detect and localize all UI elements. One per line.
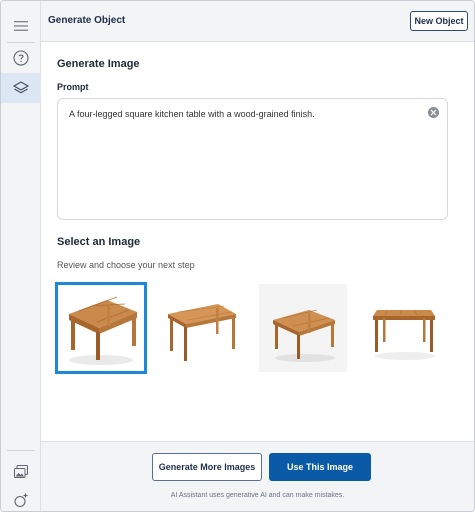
page-title: Generate Object <box>48 15 126 26</box>
image-option-1[interactable] <box>55 282 147 374</box>
prompt-label: Prompt <box>57 82 89 92</box>
app-window: Generate Object New Object Generate Imag… <box>0 0 475 512</box>
new-object-button[interactable]: New Object <box>410 11 468 31</box>
menu-icon <box>14 21 28 31</box>
image-option-3[interactable] <box>259 284 347 372</box>
ai-assistant-button[interactable] <box>1 485 41 511</box>
clear-prompt-button[interactable] <box>428 107 439 118</box>
prompt-textarea[interactable]: A four-legged square kitchen table with … <box>57 98 448 220</box>
prompt-value: A four-legged square kitchen table with … <box>69 109 315 119</box>
image-option-2[interactable] <box>158 284 246 372</box>
table-image-2 <box>168 304 236 361</box>
use-this-image-button[interactable]: Use This Image <box>269 453 371 481</box>
image-options <box>55 282 449 374</box>
table-image-4 <box>373 310 435 360</box>
image-option-4[interactable] <box>361 284 449 372</box>
image-gallery-button[interactable] <box>1 457 41 487</box>
generate-more-images-button[interactable]: Generate More Images <box>152 453 262 481</box>
help-icon <box>13 50 29 66</box>
layers-button[interactable] <box>1 73 41 103</box>
table-image-3 <box>273 309 335 362</box>
select-image-heading: Select an Image <box>57 236 141 248</box>
select-image-subtitle: Review and choose your next step <box>57 260 195 270</box>
table-image-1 <box>69 296 137 365</box>
generate-image-heading: Generate Image <box>57 58 140 70</box>
main-panel: Generate Image Prompt A four-legged squa… <box>41 42 474 441</box>
ai-disclaimer: AI Assistant uses generative AI and can … <box>170 492 345 499</box>
help-button[interactable] <box>1 43 41 73</box>
menu-button[interactable] <box>1 11 41 41</box>
image-gallery-icon <box>14 465 28 478</box>
layers-icon <box>12 81 30 94</box>
rail-divider-bottom <box>7 450 35 451</box>
ai-sparkle-icon <box>14 492 29 508</box>
left-rail <box>1 1 41 511</box>
header-bar: Generate Object New Object <box>41 1 474 42</box>
footer-bar: Generate More Images Use This Image AI A… <box>41 441 474 511</box>
close-icon <box>430 109 437 116</box>
